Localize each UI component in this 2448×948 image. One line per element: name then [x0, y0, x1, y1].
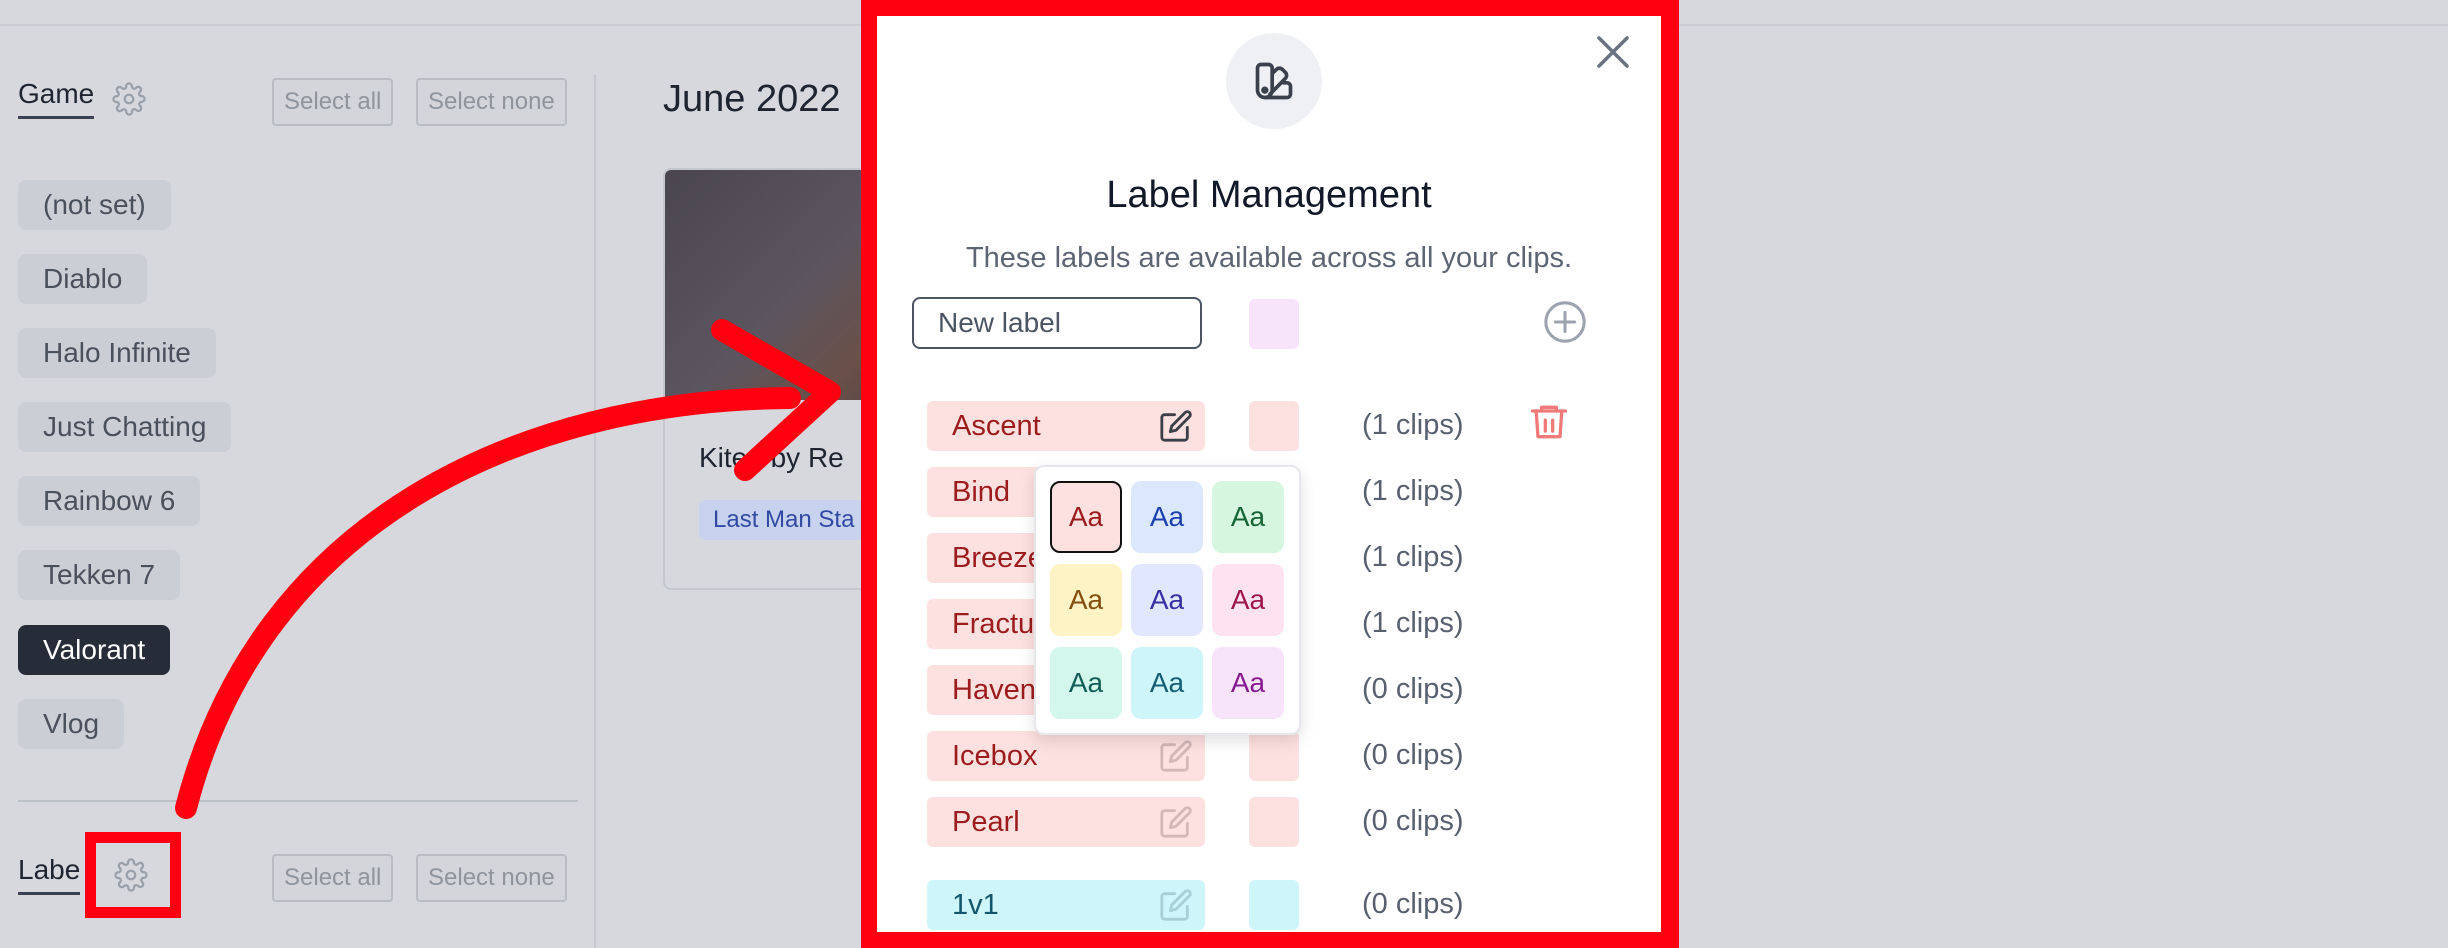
label-name: 1v1 [952, 888, 999, 921]
color-option-yellow[interactable]: Aa [1050, 564, 1122, 636]
clip-tag: Last Man Sta [699, 500, 869, 540]
label-color-swatch[interactable] [1249, 731, 1299, 781]
color-option-red[interactable]: Aa [1050, 481, 1122, 553]
label-color-swatch[interactable] [1249, 401, 1299, 451]
sidebar-divider [18, 800, 578, 802]
color-option-cyan[interactable]: Aa [1131, 647, 1203, 719]
label-clip-count: (0 clips) [1362, 805, 1464, 837]
label-clip-count: (0 clips) [1362, 888, 1464, 920]
label-pill-ascent[interactable]: Ascent [927, 401, 1205, 451]
label-clip-count: (1 clips) [1362, 409, 1464, 441]
game-select-all-button[interactable]: Select all [272, 78, 394, 126]
clip-title: Kited by Re [699, 442, 844, 473]
label-color-swatch[interactable] [1249, 797, 1299, 847]
label-name: Ascent [952, 409, 1041, 442]
month-heading: June 2022 [663, 78, 841, 120]
color-option-purple[interactable]: Aa [1212, 647, 1284, 719]
label-clip-count: (1 clips) [1362, 541, 1464, 573]
gear-icon[interactable] [112, 81, 146, 116]
new-label-input[interactable] [912, 297, 1202, 349]
game-section-header: Game [18, 78, 146, 119]
label-pill-pearl[interactable]: Pearl [927, 797, 1205, 847]
new-label-color-swatch[interactable] [1249, 299, 1299, 349]
label-select-all-button[interactable]: Select all [272, 854, 394, 902]
close-icon[interactable] [1589, 28, 1637, 76]
label-name: Pearl [952, 805, 1020, 838]
trash-icon[interactable] [1527, 400, 1571, 444]
color-picker-popover: Aa Aa Aa Aa Aa Aa Aa Aa Aa [1034, 465, 1301, 735]
game-chip-vlog[interactable]: Vlog [18, 699, 125, 749]
edit-icon[interactable] [1159, 409, 1193, 443]
label-name: Icebox [952, 739, 1038, 772]
label-section-title[interactable]: Labe [18, 854, 81, 895]
swatch-book-icon [1255, 62, 1293, 100]
game-chip-tekken-7[interactable]: Tekken 7 [18, 550, 181, 600]
game-section-title[interactable]: Game [18, 78, 95, 119]
label-clip-count: (0 clips) [1362, 673, 1464, 705]
game-chip-rainbow-6[interactable]: Rainbow 6 [18, 476, 201, 526]
label-select-none-button[interactable]: Select none [416, 854, 567, 902]
plus-circle-icon[interactable] [1542, 299, 1588, 345]
modal-icon-circle [1226, 33, 1322, 129]
edit-icon[interactable] [1159, 739, 1193, 773]
label-management-modal: Label Management These labels are availa… [877, 16, 1661, 932]
edit-icon[interactable] [1159, 805, 1193, 839]
game-chip-just-chatting[interactable]: Just Chatting [18, 402, 232, 452]
label-clip-count: (1 clips) [1362, 475, 1464, 507]
color-option-blue[interactable]: Aa [1131, 481, 1203, 553]
game-select-none-button[interactable]: Select none [416, 78, 567, 126]
color-option-indigo[interactable]: Aa [1131, 564, 1203, 636]
modal-subtitle: These labels are available across all yo… [965, 242, 1573, 274]
label-clip-count: (1 clips) [1362, 607, 1464, 639]
edit-icon[interactable] [1159, 888, 1193, 922]
label-clip-count: (0 clips) [1362, 739, 1464, 771]
game-chip-diablo[interactable]: Diablo [18, 254, 148, 304]
label-pill-icebox[interactable]: Icebox [927, 731, 1205, 781]
game-chip-halo-infinite[interactable]: Halo Infinite [18, 328, 216, 378]
color-option-teal[interactable]: Aa [1050, 647, 1122, 719]
sidebar-content-divider [594, 75, 596, 948]
color-option-green[interactable]: Aa [1212, 481, 1284, 553]
game-chip-valorant[interactable]: Valorant [18, 625, 171, 675]
label-color-swatch[interactable] [1249, 880, 1299, 930]
modal-title: Label Management [1106, 174, 1432, 216]
color-option-pink[interactable]: Aa [1212, 564, 1284, 636]
game-chip-not-set[interactable]: (not set) [18, 180, 171, 230]
label-pill-1v1[interactable]: 1v1 [927, 880, 1205, 930]
gear-highlight-box [85, 832, 181, 918]
